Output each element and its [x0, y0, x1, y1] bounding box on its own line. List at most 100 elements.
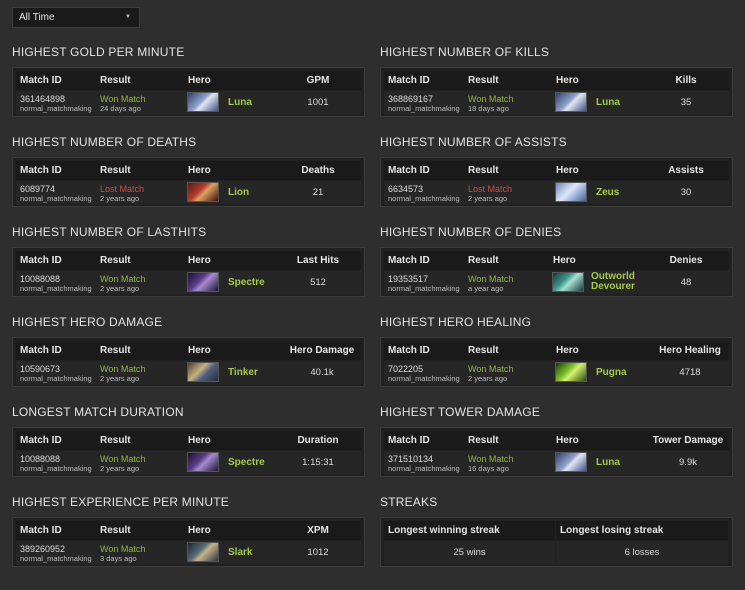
- table-row[interactable]: 7022205 normal_matchmaking Won Match 2 y…: [384, 361, 729, 384]
- hero-portrait-pugna[interactable]: [555, 362, 587, 382]
- match-age: 18 days ago: [468, 104, 509, 113]
- hero-portrait-spectre[interactable]: [187, 272, 219, 292]
- hero-name-link[interactable]: Spectre: [228, 278, 265, 288]
- hero-name-link[interactable]: Tinker: [228, 368, 258, 378]
- hero-name-link[interactable]: Luna: [596, 98, 620, 108]
- hero-portrait-luna[interactable]: [555, 452, 587, 472]
- match-age: 2 years ago: [100, 194, 140, 203]
- hero-portrait-zeus[interactable]: [555, 182, 587, 202]
- col-hero: Hero: [556, 435, 579, 446]
- col-hero: Hero: [556, 165, 579, 176]
- table-row[interactable]: 361464898 normal_matchmaking Won Match 2…: [16, 91, 361, 114]
- col-stat: Deaths: [301, 165, 335, 176]
- match-type: normal_matchmaking: [388, 194, 460, 203]
- match-id-link[interactable]: 6089774: [20, 184, 55, 194]
- match-result: Won Match: [100, 94, 146, 104]
- match-id-link[interactable]: 6634573: [388, 184, 423, 194]
- match-id-link[interactable]: 19353517: [388, 274, 428, 284]
- match-age: a year ago: [468, 284, 504, 293]
- match-id-link[interactable]: 10088088: [20, 454, 60, 464]
- match-age: 2 years ago: [100, 464, 140, 473]
- stat-value: 48: [680, 277, 692, 288]
- col-hero: Hero: [188, 75, 211, 86]
- record-panel: Match ID Result Hero Denies 19353517 nor…: [380, 247, 733, 297]
- match-result: Won Match: [100, 544, 146, 554]
- col-result: Result: [100, 435, 131, 446]
- streaks-panel: Longest winning streak Longest losing st…: [380, 517, 733, 567]
- stat-value: 512: [310, 277, 326, 288]
- col-result: Result: [468, 345, 499, 356]
- col-stat: Last Hits: [296, 255, 340, 266]
- match-id-link[interactable]: 7022205: [388, 364, 423, 374]
- record-panel: Match ID Result Hero Tower Damage 371510…: [380, 427, 733, 477]
- table-row[interactable]: 10088088 normal_matchmaking Won Match 2 …: [16, 271, 361, 294]
- col-result: Result: [100, 255, 131, 266]
- section-title: HIGHEST TOWER DAMAGE: [380, 405, 541, 419]
- table-row[interactable]: 6634573 normal_matchmaking Lost Match 2 …: [384, 181, 729, 204]
- table-row[interactable]: 371510134 normal_matchmaking Won Match 1…: [384, 451, 729, 474]
- table-row[interactable]: 19353517 normal_matchmaking Won Match a …: [384, 271, 729, 294]
- table-row[interactable]: 10088088 normal_matchmaking Won Match 2 …: [16, 451, 361, 474]
- hero-portrait-luna[interactable]: [555, 92, 587, 112]
- match-id-link[interactable]: 368869167: [388, 94, 433, 104]
- col-match-id: Match ID: [388, 435, 430, 446]
- stat-value: 35: [680, 97, 692, 108]
- record-panel: Match ID Result Hero Hero Damage 1059067…: [12, 337, 365, 387]
- match-result: Lost Match: [100, 184, 145, 194]
- match-result: Won Match: [100, 364, 146, 374]
- table-row[interactable]: 389260952 normal_matchmaking Won Match 3…: [16, 541, 361, 564]
- table-row[interactable]: 6089774 normal_matchmaking Lost Match 2 …: [16, 181, 361, 204]
- losing-streak-value: 6 losses: [556, 541, 728, 564]
- record-panel: Match ID Result Hero XPM 389260952 norma…: [12, 517, 365, 567]
- match-id-link[interactable]: 10590673: [20, 364, 60, 374]
- time-filter-dropdown[interactable]: All Time ▼: [12, 7, 140, 28]
- match-result: Won Match: [468, 454, 514, 464]
- col-result: Result: [468, 165, 499, 176]
- record-panel: Match ID Result Hero Deaths 6089774 norm…: [12, 157, 365, 207]
- stat-value: 40.1k: [310, 367, 334, 378]
- col-stat: XPM: [307, 525, 329, 536]
- col-result: Result: [468, 255, 499, 266]
- col-stat: Duration: [297, 435, 339, 446]
- match-result: Won Match: [468, 364, 514, 374]
- col-match-id: Match ID: [388, 75, 430, 86]
- losing-streak-label: Longest losing streak: [560, 525, 664, 536]
- match-id-link[interactable]: 361464898: [20, 94, 65, 104]
- hero-name-link[interactable]: Pugna: [596, 368, 627, 378]
- stat-value: 9.9k: [679, 457, 697, 468]
- col-match-id: Match ID: [20, 75, 62, 86]
- chevron-down-icon: ▼: [125, 14, 131, 20]
- col-result: Result: [100, 525, 131, 536]
- match-type: normal_matchmaking: [20, 194, 92, 203]
- hero-portrait-tinker[interactable]: [187, 362, 219, 382]
- match-type: normal_matchmaking: [20, 104, 92, 113]
- match-id-link[interactable]: 10088088: [20, 274, 60, 284]
- record-panel: Match ID Result Hero Last Hits 10088088 …: [12, 247, 365, 297]
- match-id-link[interactable]: 371510134: [388, 454, 433, 464]
- hero-portrait-luna[interactable]: [187, 92, 219, 112]
- hero-name-link-line2[interactable]: Devourer: [591, 282, 635, 292]
- table-row[interactable]: 10590673 normal_matchmaking Won Match 2 …: [16, 361, 361, 384]
- hero-name-link[interactable]: Luna: [228, 98, 252, 108]
- hero-name-link[interactable]: Zeus: [596, 188, 619, 198]
- col-hero: Hero: [188, 165, 211, 176]
- hero-name-link[interactable]: Spectre: [228, 458, 265, 468]
- col-stat: Hero Damage: [289, 345, 355, 356]
- match-id-link[interactable]: 389260952: [20, 544, 65, 554]
- section-title: STREAKS: [380, 495, 438, 509]
- hero-portrait-lion[interactable]: [187, 182, 219, 202]
- section-title: HIGHEST GOLD PER MINUTE: [12, 45, 185, 59]
- table-row[interactable]: 368869167 normal_matchmaking Won Match 1…: [384, 91, 729, 114]
- hero-portrait-outworld-devourer[interactable]: [552, 272, 584, 292]
- match-type: normal_matchmaking: [20, 284, 92, 293]
- col-stat: Tower Damage: [652, 435, 724, 446]
- col-stat: Denies: [669, 255, 703, 266]
- hero-portrait-spectre[interactable]: [187, 452, 219, 472]
- hero-name-link[interactable]: Slark: [228, 548, 252, 558]
- hero-portrait-slark[interactable]: [187, 542, 219, 562]
- stat-value: 1012: [307, 547, 329, 558]
- stat-value: 21: [312, 187, 324, 198]
- col-match-id: Match ID: [388, 255, 430, 266]
- hero-name-link[interactable]: Lion: [228, 188, 249, 198]
- hero-name-link[interactable]: Luna: [596, 458, 620, 468]
